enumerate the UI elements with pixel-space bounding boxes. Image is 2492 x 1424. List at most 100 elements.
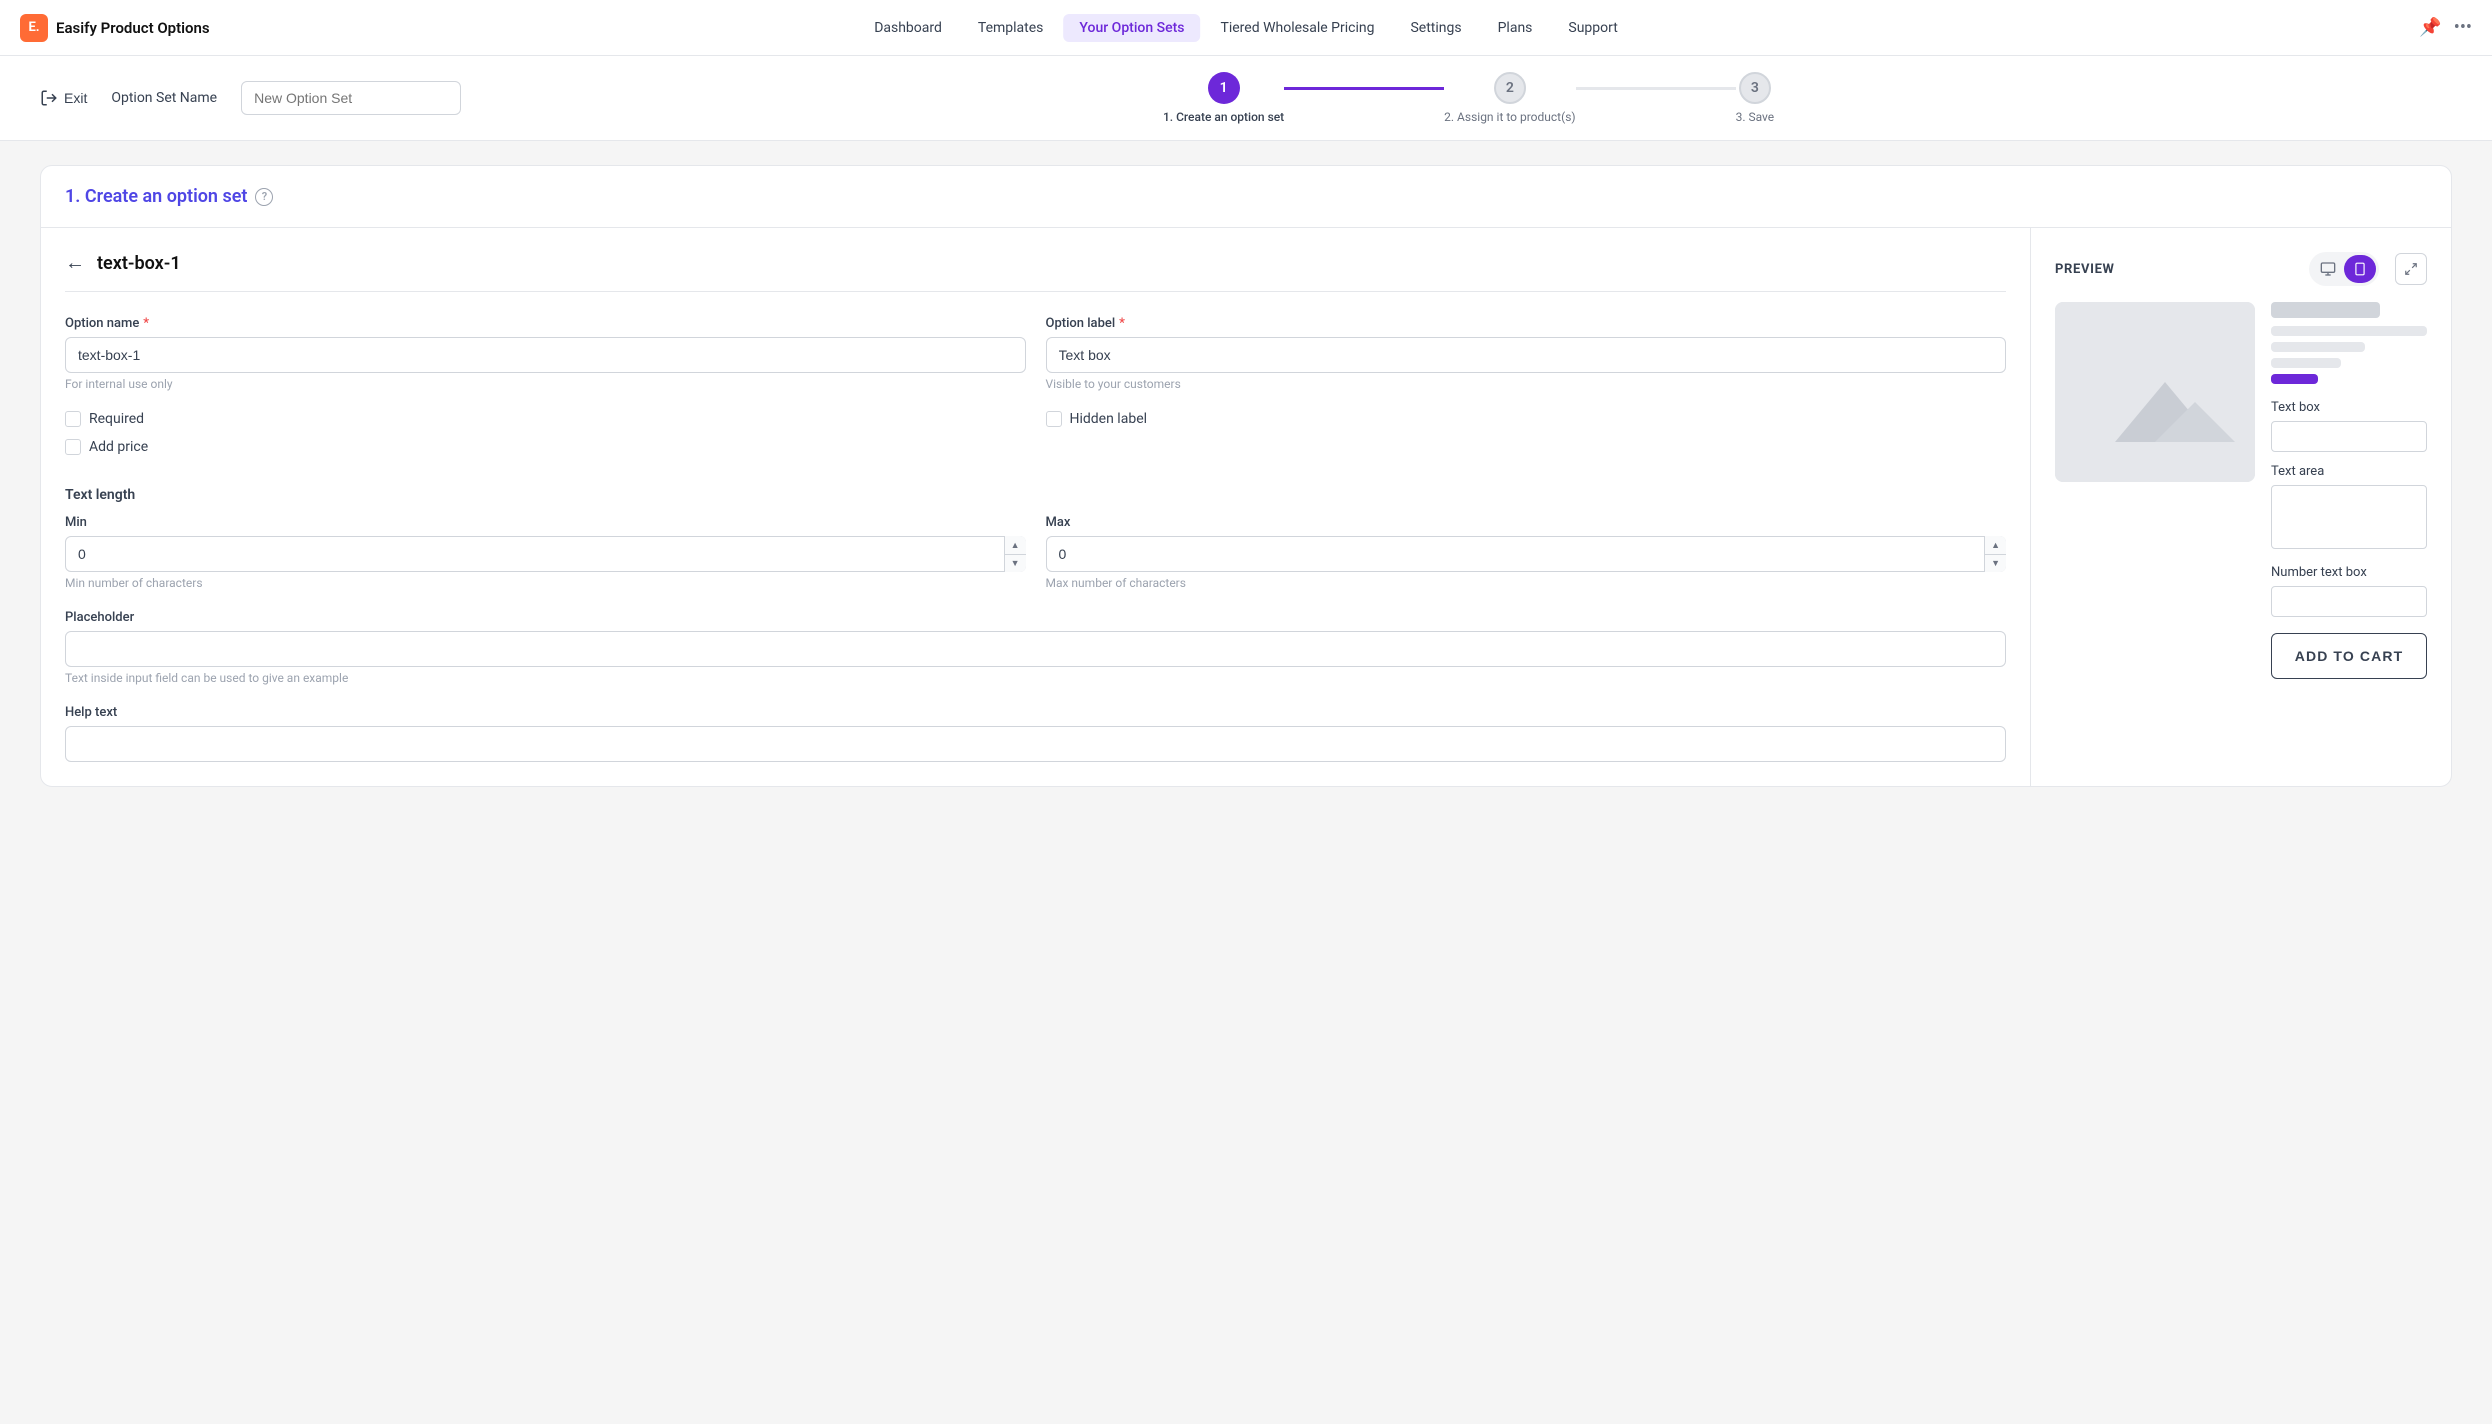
placeholder-hint: Text inside input field can be used to g… — [65, 671, 2006, 685]
product-info: Text box Text area Number text box ADD T… — [2271, 302, 2427, 679]
hidden-label-checkbox-label[interactable]: Hidden label — [1046, 411, 2007, 427]
nav-your-option-sets[interactable]: Your Option Sets — [1063, 14, 1200, 42]
min-input[interactable] — [65, 536, 1026, 572]
max-input[interactable] — [1046, 536, 2007, 572]
add-price-checkbox-group: Add price — [65, 439, 1026, 455]
option-name-label-row: Option name * For internal use only Opti… — [65, 316, 2006, 391]
option-label-input[interactable] — [1046, 337, 2007, 373]
max-input-wrap: ▲ ▼ — [1046, 536, 2007, 572]
option-set-name-input[interactable] — [241, 81, 461, 115]
step-2-circle: 2 — [1494, 72, 1526, 104]
option-name-input[interactable] — [65, 337, 1026, 373]
nav-dashboard[interactable]: Dashboard — [858, 14, 958, 42]
step-1: 1 1. Create an option set — [1163, 72, 1284, 124]
back-button[interactable]: ← — [65, 252, 85, 275]
step-3: 3 3. Save — [1736, 72, 1775, 124]
preview-text-area-label: Text area — [2271, 464, 2427, 479]
panel-title: text-box-1 — [97, 253, 181, 274]
nav-support[interactable]: Support — [1552, 14, 1633, 42]
option-set-name-label: Option Set Name — [111, 90, 217, 106]
option-label-required-star: * — [1119, 316, 1125, 331]
app-name: Easify Product Options — [56, 19, 210, 37]
two-panel: ← text-box-1 Option name * For internal … — [41, 228, 2451, 786]
logo-icon: E. — [20, 14, 48, 42]
checkboxes-row: Required Add price — [65, 411, 2006, 467]
option-label-label: Option label * — [1046, 316, 2007, 331]
exit-label: Exit — [64, 90, 87, 106]
desktop-view-button[interactable] — [2312, 255, 2344, 283]
min-group: Min ▲ ▼ Min number of characters — [65, 515, 1026, 590]
panel-header: ← text-box-1 — [65, 252, 2006, 292]
step-3-circle: 3 — [1739, 72, 1771, 104]
more-options-icon[interactable]: ••• — [2454, 17, 2472, 38]
min-up-button[interactable]: ▲ — [1005, 536, 1026, 555]
nav-plans[interactable]: Plans — [1482, 14, 1549, 42]
section-title: 1. Create an option set ? — [41, 166, 2451, 228]
exit-button[interactable]: Exit — [40, 89, 87, 107]
add-to-cart-button[interactable]: ADD TO CART — [2271, 633, 2427, 679]
required-checkbox-group: Required — [65, 411, 1026, 427]
step-3-label: 3. Save — [1736, 110, 1775, 124]
mobile-view-button[interactable] — [2344, 255, 2376, 283]
help-text-label: Help text — [65, 705, 2006, 720]
expand-preview-button[interactable] — [2395, 253, 2427, 285]
view-toggle — [2309, 252, 2379, 286]
min-max-row: Min ▲ ▼ Min number of characters — [65, 515, 2006, 590]
placeholder-label: Placeholder — [65, 610, 2006, 625]
nav-tiered-wholesale[interactable]: Tiered Wholesale Pricing — [1204, 14, 1390, 42]
add-price-checkbox[interactable] — [65, 439, 81, 455]
add-price-checkbox-label[interactable]: Add price — [65, 439, 1026, 455]
hidden-label-group: Hidden label — [1046, 411, 2007, 467]
min-input-wrap: ▲ ▼ — [65, 536, 1026, 572]
placeholder-input[interactable] — [65, 631, 2006, 667]
top-bar-right: 📌 ••• — [2419, 17, 2472, 38]
max-up-button[interactable]: ▲ — [1985, 536, 2006, 555]
steps: 1 1. Create an option set 2 2. Assign it… — [1163, 72, 1774, 124]
min-spinners: ▲ ▼ — [1004, 536, 1026, 572]
max-group: Max ▲ ▼ Max number of characters — [1046, 515, 2007, 590]
max-down-button[interactable]: ▼ — [1985, 555, 2006, 573]
step-2: 2 2. Assign it to product(s) — [1444, 72, 1575, 124]
min-label: Min — [65, 515, 1026, 530]
min-hint: Min number of characters — [65, 576, 1026, 590]
preview-title: PREVIEW — [2055, 262, 2115, 277]
step-line-2 — [1576, 87, 1736, 90]
app-logo: E. Easify Product Options — [20, 14, 210, 42]
option-label-group: Option label * Visible to your customers — [1046, 316, 2007, 391]
placeholder-section: Placeholder Text inside input field can … — [65, 610, 2006, 685]
preview-number-input[interactable] — [2271, 586, 2427, 617]
preview-header-controls — [2309, 252, 2427, 286]
help-text-section: Help text — [65, 705, 2006, 762]
nav-templates[interactable]: Templates — [962, 14, 1060, 42]
preview-text-box-input[interactable] — [2271, 421, 2427, 452]
nav-settings[interactable]: Settings — [1394, 14, 1477, 42]
preview-text-box-label: Text box — [2271, 400, 2427, 415]
preview-textarea[interactable] — [2271, 485, 2427, 549]
option-name-required-star: * — [143, 316, 149, 331]
top-bar: E. Easify Product Options Dashboard Temp… — [0, 0, 2492, 56]
hidden-label-checkbox[interactable] — [1046, 411, 1062, 427]
min-down-button[interactable]: ▼ — [1005, 555, 1026, 573]
step-2-label: 2. Assign it to product(s) — [1444, 110, 1575, 124]
text-length-section: Text length Min ▲ ▼ Min number — [65, 487, 2006, 590]
required-checkbox-label[interactable]: Required — [65, 411, 1026, 427]
max-spinners: ▲ ▼ — [1984, 536, 2006, 572]
pin-icon: 📌 — [2419, 17, 2441, 38]
help-text-input[interactable] — [65, 726, 2006, 762]
required-checkbox[interactable] — [65, 411, 81, 427]
top-nav: Dashboard Templates Your Option Sets Tie… — [858, 14, 1634, 42]
product-title-bar — [2271, 302, 2380, 318]
steps-container: 1 1. Create an option set 2 2. Assign it… — [485, 72, 2452, 124]
main-content: 1. Create an option set ? ← text-box-1 O… — [0, 141, 2492, 811]
section-help-icon[interactable]: ? — [255, 188, 273, 206]
product-line-1 — [2271, 326, 2427, 336]
product-line-2 — [2271, 342, 2365, 352]
step-1-label: 1. Create an option set — [1163, 110, 1284, 124]
section-card: 1. Create an option set ? ← text-box-1 O… — [40, 165, 2452, 787]
wizard-header: Exit Option Set Name 1 1. Create an opti… — [0, 56, 2492, 141]
right-panel: PREVIEW — [2031, 228, 2451, 786]
product-image-placeholder — [2055, 302, 2255, 482]
product-line-3 — [2271, 358, 2341, 368]
option-name-label: Option name * — [65, 316, 1026, 331]
step-1-circle: 1 — [1208, 72, 1240, 104]
